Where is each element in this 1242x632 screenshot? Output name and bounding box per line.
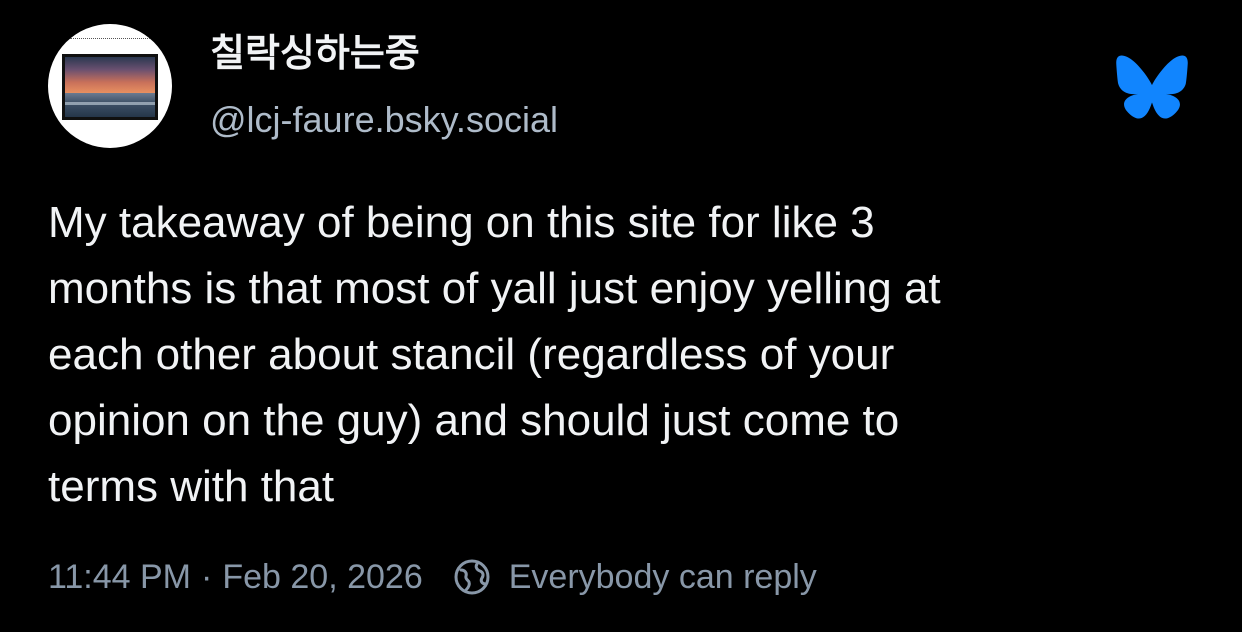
post-date: Feb 20, 2026 <box>222 557 423 596</box>
post-footer: 11:44 PM · Feb 20, 2026 Everybody can re… <box>48 552 817 602</box>
post-line: terms with that <box>48 462 335 511</box>
post-body: My takeaway of being on this site for li… <box>48 190 1198 520</box>
butterfly-icon <box>1116 55 1188 119</box>
post-line: each other about stancil (regardless of … <box>48 330 895 379</box>
avatar-wave <box>65 102 155 105</box>
reply-setting-label[interactable]: Everybody can reply <box>509 558 817 597</box>
globe-icon <box>454 559 490 595</box>
avatar-picture-frame <box>62 54 158 120</box>
post-time: 11:44 PM <box>48 557 192 596</box>
avatar[interactable] <box>48 24 172 148</box>
avatar-script-decoration <box>70 38 150 45</box>
author-display-name[interactable]: 칠락싱하는중 <box>210 30 420 76</box>
avatar-sea <box>65 93 155 117</box>
avatar-sky <box>65 57 155 93</box>
author-handle[interactable]: @lcj-faure.bsky.social <box>210 98 558 142</box>
post-line: opinion on the guy) and should just come… <box>48 396 900 445</box>
post-line: My takeaway of being on this site for li… <box>48 198 875 247</box>
footer-separator: · <box>201 557 213 596</box>
post-line: months is that most of yall just enjoy y… <box>48 264 941 313</box>
post-card: 칠락싱하는중 @lcj-faure.bsky.social My takeawa… <box>0 0 1242 632</box>
